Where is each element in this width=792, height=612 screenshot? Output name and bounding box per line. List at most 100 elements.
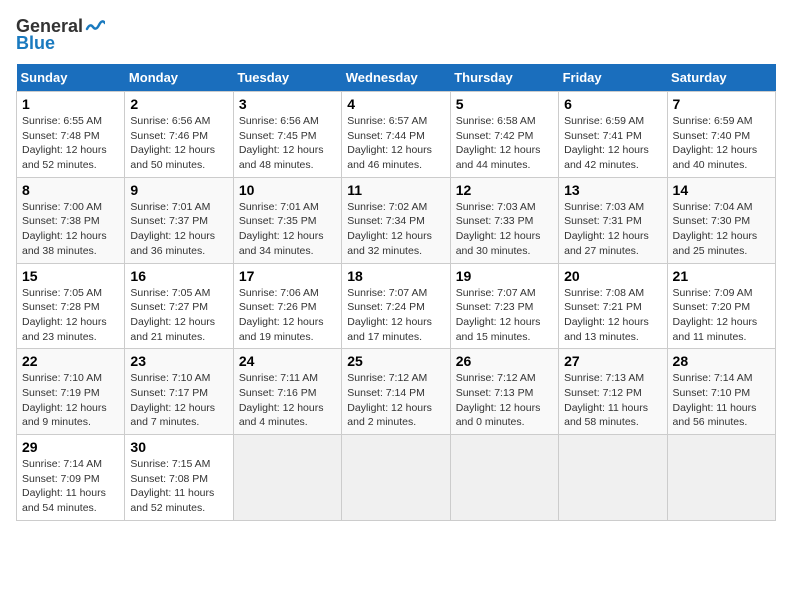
day-info: Sunrise: 6:56 AM Sunset: 7:46 PM Dayligh… <box>130 114 227 173</box>
day-cell: 23 Sunrise: 7:10 AM Sunset: 7:17 PM Dayli… <box>125 349 233 435</box>
day-number: 7 <box>673 96 770 112</box>
day-number: 10 <box>239 182 336 198</box>
day-info: Sunrise: 6:56 AM Sunset: 7:45 PM Dayligh… <box>239 114 336 173</box>
day-cell: 26 Sunrise: 7:12 AM Sunset: 7:13 PM Dayli… <box>450 349 558 435</box>
day-cell: 3 Sunrise: 6:56 AM Sunset: 7:45 PM Daylig… <box>233 92 341 178</box>
day-info: Sunrise: 6:58 AM Sunset: 7:42 PM Dayligh… <box>456 114 553 173</box>
page-header: General Blue <box>16 16 776 54</box>
day-number: 6 <box>564 96 661 112</box>
day-info: Sunrise: 6:57 AM Sunset: 7:44 PM Dayligh… <box>347 114 444 173</box>
day-number: 19 <box>456 268 553 284</box>
day-info: Sunrise: 7:06 AM Sunset: 7:26 PM Dayligh… <box>239 286 336 345</box>
day-info: Sunrise: 6:59 AM Sunset: 7:40 PM Dayligh… <box>673 114 770 173</box>
day-cell: 7 Sunrise: 6:59 AM Sunset: 7:40 PM Daylig… <box>667 92 775 178</box>
day-number: 3 <box>239 96 336 112</box>
day-info: Sunrise: 7:04 AM Sunset: 7:30 PM Dayligh… <box>673 200 770 259</box>
day-number: 26 <box>456 353 553 369</box>
day-cell: 8Sunrise: 7:00 AM Sunset: 7:38 PM Daylig… <box>17 177 125 263</box>
day-cell <box>667 435 775 521</box>
logo-blue: Blue <box>16 33 55 54</box>
logo-container: General Blue <box>16 16 105 54</box>
day-info: Sunrise: 7:13 AM Sunset: 7:12 PM Dayligh… <box>564 371 661 430</box>
day-info: Sunrise: 6:55 AM Sunset: 7:48 PM Dayligh… <box>22 114 119 173</box>
day-cell: 22 Sunrise: 7:10 AM Sunset: 7:19 PM Dayli… <box>17 349 125 435</box>
day-number: 9 <box>130 182 227 198</box>
day-number: 5 <box>456 96 553 112</box>
day-number: 13 <box>564 182 661 198</box>
day-info: Sunrise: 7:10 AM Sunset: 7:17 PM Dayligh… <box>130 371 227 430</box>
day-info: Sunrise: 7:00 AM Sunset: 7:38 PM Dayligh… <box>22 200 119 259</box>
day-cell: 30 Sunrise: 7:15 AM Sunset: 7:08 PM Dayli… <box>125 435 233 521</box>
day-cell: 24Sunrise: 7:11 AM Sunset: 7:16 PM Dayli… <box>233 349 341 435</box>
day-number: 1 <box>22 96 119 112</box>
day-info: Sunrise: 7:08 AM Sunset: 7:21 PM Dayligh… <box>564 286 661 345</box>
day-cell: 6Sunrise: 6:59 AM Sunset: 7:41 PM Daylig… <box>559 92 667 178</box>
header-friday: Friday <box>559 64 667 92</box>
day-cell <box>559 435 667 521</box>
day-cell <box>342 435 450 521</box>
day-number: 18 <box>347 268 444 284</box>
day-cell: 17 Sunrise: 7:06 AM Sunset: 7:26 PM Dayli… <box>233 263 341 349</box>
day-info: Sunrise: 7:10 AM Sunset: 7:19 PM Dayligh… <box>22 371 119 430</box>
header-tuesday: Tuesday <box>233 64 341 92</box>
week-row-3: 15 Sunrise: 7:05 AM Sunset: 7:28 PM Dayli… <box>17 263 776 349</box>
day-cell: 1 Sunrise: 6:55 AM Sunset: 7:48 PM Daylig… <box>17 92 125 178</box>
day-info: Sunrise: 7:05 AM Sunset: 7:28 PM Dayligh… <box>22 286 119 345</box>
header-thursday: Thursday <box>450 64 558 92</box>
header-monday: Monday <box>125 64 233 92</box>
day-cell: 11 Sunrise: 7:02 AM Sunset: 7:34 PM Dayli… <box>342 177 450 263</box>
day-number: 30 <box>130 439 227 455</box>
calendar-table: SundayMondayTuesdayWednesdayThursdayFrid… <box>16 64 776 521</box>
day-number: 14 <box>673 182 770 198</box>
logo-wave-icon <box>85 17 105 37</box>
day-cell: 15 Sunrise: 7:05 AM Sunset: 7:28 PM Dayli… <box>17 263 125 349</box>
day-cell <box>450 435 558 521</box>
day-info: Sunrise: 7:15 AM Sunset: 7:08 PM Dayligh… <box>130 457 227 516</box>
day-cell: 28Sunrise: 7:14 AM Sunset: 7:10 PM Dayli… <box>667 349 775 435</box>
day-info: Sunrise: 7:09 AM Sunset: 7:20 PM Dayligh… <box>673 286 770 345</box>
header-row: SundayMondayTuesdayWednesdayThursdayFrid… <box>17 64 776 92</box>
day-number: 20 <box>564 268 661 284</box>
day-number: 17 <box>239 268 336 284</box>
day-number: 29 <box>22 439 119 455</box>
day-info: Sunrise: 7:12 AM Sunset: 7:13 PM Dayligh… <box>456 371 553 430</box>
day-info: Sunrise: 7:14 AM Sunset: 7:09 PM Dayligh… <box>22 457 119 516</box>
day-cell: 20 Sunrise: 7:08 AM Sunset: 7:21 PM Dayli… <box>559 263 667 349</box>
day-number: 15 <box>22 268 119 284</box>
day-cell: 16 Sunrise: 7:05 AM Sunset: 7:27 PM Dayli… <box>125 263 233 349</box>
day-info: Sunrise: 7:12 AM Sunset: 7:14 PM Dayligh… <box>347 371 444 430</box>
day-cell: 9 Sunrise: 7:01 AM Sunset: 7:37 PM Daylig… <box>125 177 233 263</box>
day-info: Sunrise: 7:01 AM Sunset: 7:37 PM Dayligh… <box>130 200 227 259</box>
header-wednesday: Wednesday <box>342 64 450 92</box>
week-row-5: 29 Sunrise: 7:14 AM Sunset: 7:09 PM Dayli… <box>17 435 776 521</box>
day-number: 23 <box>130 353 227 369</box>
day-cell: 29 Sunrise: 7:14 AM Sunset: 7:09 PM Dayli… <box>17 435 125 521</box>
day-info: Sunrise: 7:03 AM Sunset: 7:33 PM Dayligh… <box>456 200 553 259</box>
day-cell: 12Sunrise: 7:03 AM Sunset: 7:33 PM Dayli… <box>450 177 558 263</box>
day-cell: 2 Sunrise: 6:56 AM Sunset: 7:46 PM Daylig… <box>125 92 233 178</box>
day-info: Sunrise: 7:02 AM Sunset: 7:34 PM Dayligh… <box>347 200 444 259</box>
day-number: 2 <box>130 96 227 112</box>
day-info: Sunrise: 7:05 AM Sunset: 7:27 PM Dayligh… <box>130 286 227 345</box>
day-cell: 18Sunrise: 7:07 AM Sunset: 7:24 PM Dayli… <box>342 263 450 349</box>
day-number: 21 <box>673 268 770 284</box>
day-number: 22 <box>22 353 119 369</box>
day-cell: 19 Sunrise: 7:07 AM Sunset: 7:23 PM Dayli… <box>450 263 558 349</box>
day-cell: 10 Sunrise: 7:01 AM Sunset: 7:35 PM Dayli… <box>233 177 341 263</box>
day-cell: 27Sunrise: 7:13 AM Sunset: 7:12 PM Dayli… <box>559 349 667 435</box>
logo: General Blue <box>16 16 105 54</box>
day-info: Sunrise: 7:07 AM Sunset: 7:23 PM Dayligh… <box>456 286 553 345</box>
day-cell <box>233 435 341 521</box>
day-cell: 4 Sunrise: 6:57 AM Sunset: 7:44 PM Daylig… <box>342 92 450 178</box>
week-row-2: 8Sunrise: 7:00 AM Sunset: 7:38 PM Daylig… <box>17 177 776 263</box>
week-row-4: 22 Sunrise: 7:10 AM Sunset: 7:19 PM Dayli… <box>17 349 776 435</box>
day-number: 4 <box>347 96 444 112</box>
day-cell: 14 Sunrise: 7:04 AM Sunset: 7:30 PM Dayli… <box>667 177 775 263</box>
day-info: Sunrise: 7:01 AM Sunset: 7:35 PM Dayligh… <box>239 200 336 259</box>
day-number: 16 <box>130 268 227 284</box>
day-number: 24 <box>239 353 336 369</box>
header-saturday: Saturday <box>667 64 775 92</box>
day-cell: 21 Sunrise: 7:09 AM Sunset: 7:20 PM Dayli… <box>667 263 775 349</box>
day-number: 11 <box>347 182 444 198</box>
day-info: Sunrise: 7:03 AM Sunset: 7:31 PM Dayligh… <box>564 200 661 259</box>
